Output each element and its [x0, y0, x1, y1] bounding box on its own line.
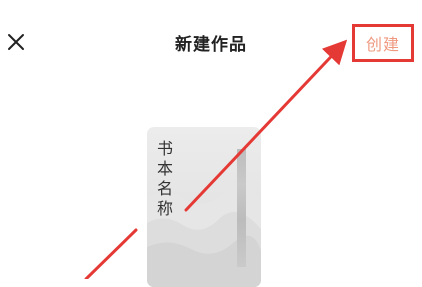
book-title-char: 书 [157, 139, 174, 158]
create-button[interactable]: 创建 [352, 24, 414, 62]
book-title-char: 称 [157, 199, 174, 218]
book-title: 书 本 名 称 [157, 139, 173, 218]
annotation-line [84, 228, 138, 279]
blurred-author-strip [237, 149, 246, 267]
book-title-char: 名 [157, 179, 174, 198]
book-cover[interactable]: 书 本 名 称 [147, 127, 261, 287]
book-title-char: 本 [157, 159, 174, 178]
create-button-label: 创建 [365, 35, 400, 54]
top-bar: 新建作品 创建 [0, 0, 422, 86]
